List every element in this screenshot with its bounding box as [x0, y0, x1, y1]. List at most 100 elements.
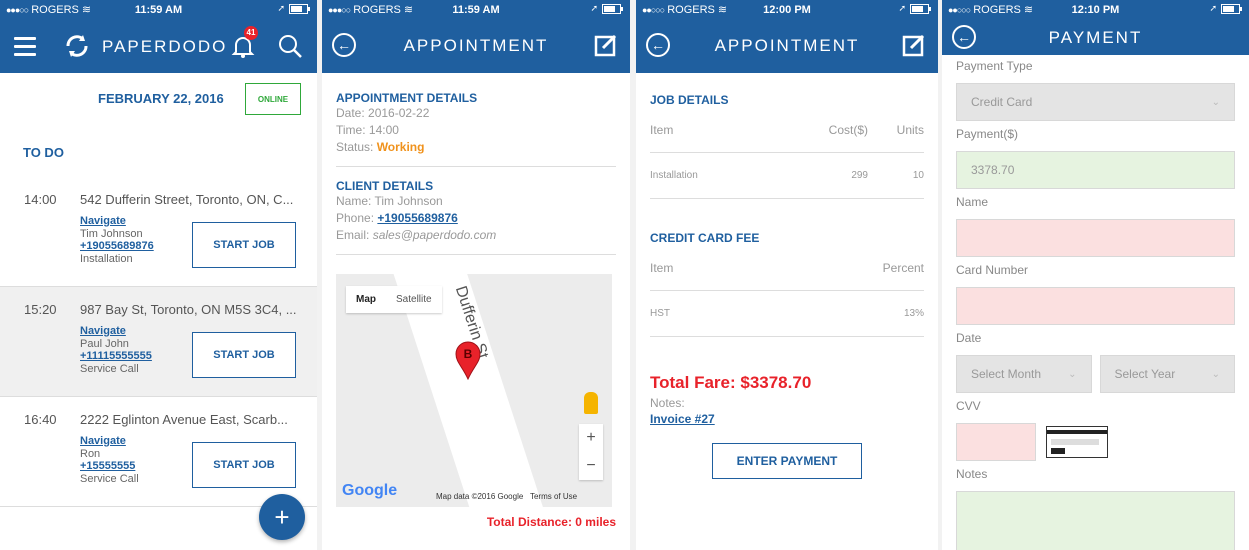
top-navbar: ← APPOINTMENT	[322, 19, 630, 73]
wifi-icon: ≋	[403, 4, 414, 16]
google-logo: Google	[342, 482, 398, 499]
payment-amount-input[interactable]: 3378.70	[956, 151, 1235, 189]
card-back-cvv-icon	[1046, 426, 1108, 458]
invoice-link[interactable]: Invoice #27	[650, 412, 924, 426]
zoom-out-button[interactable]: −	[579, 452, 603, 480]
start-job-button[interactable]: START JOB	[192, 442, 296, 488]
carrier-name: ROGERS	[973, 3, 1021, 16]
client-phone-link[interactable]: +19055689876	[377, 211, 457, 225]
chevron-down-icon: ⌄	[1211, 368, 1220, 380]
edit-icon[interactable]	[594, 33, 618, 57]
navigate-link[interactable]: Navigate	[80, 435, 126, 447]
chevron-down-icon: ⌄	[1068, 368, 1077, 380]
wifi-icon: ≋	[717, 4, 728, 16]
client-email[interactable]: sales@paperdodo.com	[373, 228, 497, 242]
table-cell: Installation	[650, 170, 698, 181]
job-item[interactable]: 16:40 2222 Eglinton Avenue East, Scarb..…	[0, 397, 317, 507]
appointment-time: Time: 14:00	[336, 123, 399, 137]
status-value: Working	[376, 140, 425, 154]
notes-input[interactable]	[956, 491, 1235, 550]
navigate-link[interactable]: Navigate	[80, 215, 126, 227]
client-phone-link[interactable]: +11115555555	[80, 350, 152, 362]
signal-icon: ●●●○○	[6, 4, 29, 15]
battery-icon	[602, 3, 623, 14]
battery-icon	[289, 3, 310, 14]
battery-icon	[1221, 3, 1242, 14]
start-job-button[interactable]: START JOB	[192, 332, 296, 378]
clock: 11:59 AM	[452, 3, 500, 16]
wifi-icon: ≋	[81, 4, 92, 16]
edit-icon[interactable]	[902, 33, 926, 57]
clock: 12:00 PM	[763, 3, 811, 16]
job-item[interactable]: 14:00 542 Dufferin Street, Toronto, ON, …	[0, 177, 317, 287]
client-phone-link[interactable]: +19055689876	[80, 240, 154, 252]
expiry-year-select[interactable]: Select Year ⌄	[1099, 355, 1235, 393]
cvv-label: CVV	[956, 399, 981, 413]
column-header: Item	[650, 260, 674, 275]
table-cell: 299	[851, 170, 868, 181]
payment-screen: ●●○○○ ROGERS ≋ 12:10 PM ➚ ← PAYMENT Paymen…	[942, 0, 1249, 550]
job-item[interactable]: 15:20 987 Bay St, Toronto, ON M5S 3C4, .…	[0, 287, 317, 397]
job-type: Installation	[80, 253, 133, 265]
screenshot-board: ●●●○○ ROGERS ≋ 11:59 AM ➚ PAPERDODO 41 FEB…	[0, 0, 1249, 550]
column-header: Units	[896, 122, 924, 137]
map-marker-label: B	[464, 347, 473, 361]
start-job-button[interactable]: START JOB	[192, 222, 296, 268]
expiry-month-select[interactable]: Select Month ⌄	[956, 355, 1092, 393]
client-name: Paul John	[80, 338, 129, 350]
client-details-heading: CLIENT DETAILS	[336, 179, 434, 193]
client-phone-link[interactable]: +15555555	[80, 460, 135, 472]
client-name: Ron	[80, 448, 101, 460]
payment-type-label: Payment Type	[956, 59, 1033, 73]
page-title: APPOINTMENT	[403, 36, 549, 55]
card-number-label: Card Number	[956, 263, 1029, 277]
table-header: Item Cost($) Units	[650, 107, 924, 153]
map-toggle-satellite[interactable]: Satellite	[386, 286, 442, 313]
status-bar: ●●○○○ ROGERS ≋ 12:00 PM ➚	[636, 0, 938, 19]
cardholder-name-input[interactable]	[956, 219, 1235, 257]
payment-amount-label: Payment($)	[956, 127, 1019, 141]
payment-type-select[interactable]: Credit Card ⌄	[956, 83, 1235, 121]
clock: 12:10 PM	[1071, 3, 1120, 16]
street-view-icon[interactable]	[584, 392, 598, 414]
online-toggle[interactable]: ONLINE	[245, 83, 301, 115]
job-time: 14:00	[24, 192, 57, 207]
job-address: 542 Dufferin Street, Toronto, ON, C...	[80, 192, 294, 207]
brand-name: PAPERDODO	[102, 37, 228, 56]
card-number-input[interactable]	[956, 287, 1235, 325]
date-label: Date	[956, 331, 982, 345]
job-address: 987 Bay St, Toronto, ON M5S 3C4, ...	[80, 302, 297, 317]
zoom-in-button[interactable]: +	[579, 424, 603, 452]
job-type: Service Call	[80, 363, 139, 375]
top-navbar: PAPERDODO 41	[0, 19, 317, 73]
map-view[interactable]: Dufferin St Map Satellite B + − Google M…	[336, 274, 612, 507]
client-name: Tim Johnson	[80, 228, 143, 240]
page-title: PAYMENT	[1048, 28, 1143, 47]
map-marker-icon[interactable]: B	[454, 340, 482, 380]
map-toggle-map[interactable]: Map	[346, 286, 386, 313]
appointment-date: Date: 2016-02-22	[336, 106, 430, 120]
cvv-input[interactable]	[956, 423, 1036, 461]
job-details-heading: JOB DETAILS	[650, 93, 729, 107]
clock: 11:59 AM	[134, 3, 183, 16]
map-type-toggle: Map Satellite	[346, 286, 442, 313]
client-name: Name: Tim Johnson	[336, 194, 443, 208]
home-screen: ●●●○○ ROGERS ≋ 11:59 AM ➚ PAPERDODO 41 FEB…	[0, 0, 317, 550]
notes-label: Notes:	[650, 396, 685, 410]
terms-link[interactable]: Terms of Use	[530, 492, 577, 501]
menu-icon[interactable]	[14, 37, 36, 61]
add-job-button[interactable]: +	[259, 494, 305, 540]
page-title: APPOINTMENT	[714, 36, 860, 55]
appointment-screen: ●●●○○ ROGERS ≋ 11:59 AM ➚ ← APPOINTMENT AP…	[322, 0, 630, 550]
name-label: Name	[956, 195, 989, 209]
column-header: Cost($)	[828, 122, 868, 137]
enter-payment-button[interactable]: ENTER PAYMENT	[712, 443, 862, 479]
carrier-name: ROGERS	[667, 3, 715, 16]
navigate-link[interactable]: Navigate	[80, 325, 126, 337]
table-row: Installation 299 10	[650, 153, 924, 199]
status-bar: ●●●○○ ROGERS ≋ 11:59 AM ➚	[322, 0, 630, 19]
search-icon[interactable]	[277, 33, 303, 59]
status-bar: ●●●○○ ROGERS ≋ 11:59 AM ➚	[0, 0, 317, 19]
location-icon: ➚	[590, 3, 598, 13]
status-bar: ●●○○○ ROGERS ≋ 12:10 PM ➚	[942, 0, 1249, 19]
